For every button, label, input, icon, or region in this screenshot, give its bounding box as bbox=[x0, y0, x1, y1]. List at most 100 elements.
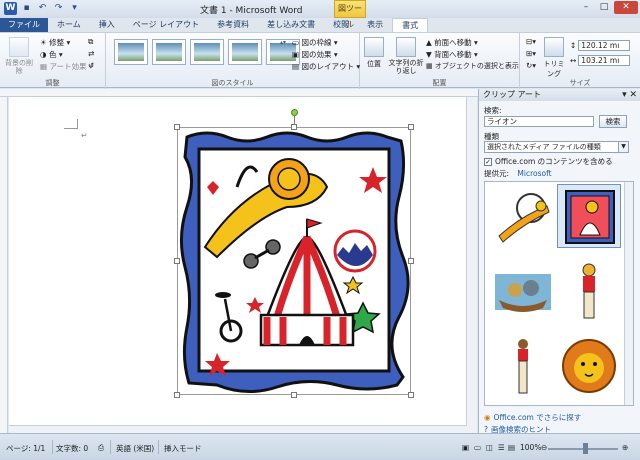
minimize-icon[interactable]: – bbox=[578, 1, 594, 14]
view-full-screen-icon[interactable]: ▭ bbox=[474, 443, 481, 452]
horizontal-ruler[interactable] bbox=[0, 89, 478, 97]
redo-icon[interactable]: ↷ bbox=[52, 2, 65, 15]
view-outline-icon[interactable]: ☰ bbox=[498, 443, 505, 452]
resize-handle-right[interactable] bbox=[408, 258, 414, 264]
results-scrollbar[interactable] bbox=[624, 182, 633, 405]
zoom-out-icon[interactable]: ⊖ bbox=[541, 443, 547, 452]
proofing-icon[interactable]: ⎙ bbox=[98, 443, 104, 453]
adjust-group-label: 調整 bbox=[45, 79, 60, 87]
crop-button[interactable]: トリミング bbox=[542, 37, 566, 79]
tab-review[interactable]: 校閲 bbox=[324, 18, 358, 32]
height-field[interactable]: 120.12 mı bbox=[578, 40, 631, 51]
clip-thumbnail-egyptian-goddess[interactable] bbox=[557, 260, 621, 324]
close-icon[interactable]: ✕ bbox=[614, 1, 638, 14]
title-bar: W ▪ ↶ ↷ ▾ 文書 1 - Microsoft Word 図ツール – □… bbox=[0, 0, 640, 29]
styles-scroll-icon[interactable]: ▴▾ bbox=[280, 39, 286, 46]
height-field-wrap: ↕ 120.12 mı bbox=[570, 40, 631, 51]
position-icon bbox=[364, 37, 384, 57]
tab-format[interactable]: 書式 bbox=[392, 18, 429, 32]
view-print-layout-icon[interactable]: ▣ bbox=[462, 443, 469, 452]
resize-handle-top-right[interactable] bbox=[408, 124, 414, 130]
search-button[interactable]: 検索 bbox=[599, 115, 627, 128]
clip-thumbnail-lion-face[interactable] bbox=[557, 334, 621, 398]
wrap-text-button[interactable]: 文字列の折り返し bbox=[388, 37, 424, 75]
status-word-count[interactable]: 文字数: 0 bbox=[56, 443, 88, 454]
document-page[interactable]: ↵ bbox=[9, 97, 467, 433]
compress-pictures-icon[interactable]: ⧉ bbox=[88, 37, 93, 47]
picture-style-4[interactable] bbox=[228, 39, 262, 65]
window-controls: – □ ✕ bbox=[578, 1, 638, 14]
align-icon[interactable]: ⊟▾ bbox=[526, 37, 536, 46]
picture-tools-context-tab: 図ツール bbox=[334, 0, 366, 29]
resize-handle-left[interactable] bbox=[174, 258, 180, 264]
clip-art-results bbox=[484, 181, 634, 406]
qat-dropdown-icon[interactable]: ▾ bbox=[68, 2, 81, 15]
view-draft-icon[interactable]: ▤ bbox=[508, 443, 515, 452]
chevron-down-icon[interactable]: ▼ bbox=[618, 142, 628, 152]
width-field[interactable]: 103.21 mı bbox=[578, 55, 631, 66]
tab-references[interactable]: 参考資料 bbox=[208, 18, 258, 32]
group-icon[interactable]: ⊞▾ bbox=[526, 49, 536, 58]
word-app-icon[interactable]: W bbox=[4, 2, 17, 15]
tab-file[interactable]: ファイル bbox=[0, 18, 48, 32]
tab-view[interactable]: 表示 bbox=[358, 18, 392, 32]
task-pane-close-icon[interactable]: ▾ ✕ bbox=[622, 89, 637, 101]
bring-forward-button[interactable]: ▲ 前面へ移動 ▾ bbox=[426, 37, 478, 48]
picture-layout-button[interactable]: ▤ 図のレイアウト ▾ bbox=[292, 61, 360, 72]
media-type-select[interactable]: 選択されたメディア ファイルの種類 ▼ bbox=[484, 141, 629, 153]
picture-style-1[interactable] bbox=[114, 39, 148, 65]
zoom-in-icon[interactable]: ⊕ bbox=[622, 443, 628, 452]
undo-icon[interactable]: ↶ bbox=[36, 2, 49, 15]
remove-background-button[interactable]: 背景の削除 bbox=[4, 37, 34, 75]
position-button[interactable]: 位置 bbox=[362, 37, 386, 69]
height-icon: ↕ bbox=[570, 41, 577, 50]
save-icon[interactable]: ▪ bbox=[20, 2, 33, 15]
include-office-checkbox-row[interactable]: ✓ Office.com のコンテンツを含める bbox=[484, 156, 613, 167]
zoom-level[interactable]: 100% bbox=[520, 443, 541, 452]
vertical-ruler[interactable] bbox=[0, 97, 8, 433]
inserted-clipart-picture[interactable] bbox=[174, 109, 414, 398]
more-on-office-link[interactable]: ◉ Office.com でさらに探す bbox=[484, 412, 581, 423]
corrections-button[interactable]: ☀ 修整 ▾ bbox=[40, 37, 70, 48]
picture-effects-button[interactable]: ▣ 図の効果 ▾ bbox=[292, 49, 338, 60]
selection-pane-button[interactable]: ▦ オブジェクトの選択と表示 bbox=[426, 61, 519, 71]
search-input[interactable]: ライオン bbox=[484, 116, 594, 127]
provider-value: Microsoft bbox=[517, 169, 552, 178]
clip-thumbnail-animal-boat[interactable] bbox=[491, 260, 555, 324]
office-globe-icon: ◉ bbox=[484, 413, 491, 422]
view-web-layout-icon[interactable]: ◫ bbox=[486, 443, 493, 452]
artistic-effects-button[interactable]: ▦ アート効果 ▾ bbox=[40, 61, 93, 72]
resize-handle-bottom[interactable] bbox=[291, 392, 297, 398]
tab-insert[interactable]: 挿入 bbox=[90, 18, 124, 32]
color-button[interactable]: ◑ 色 ▾ bbox=[40, 49, 63, 60]
resize-handle-top[interactable] bbox=[291, 124, 297, 130]
include-office-checkbox[interactable]: ✓ bbox=[484, 157, 492, 166]
tab-page-layout[interactable]: ページ レイアウト bbox=[124, 18, 208, 32]
rotate-icon[interactable]: ↻▾ bbox=[526, 61, 536, 70]
status-language[interactable]: 英語 (米国) bbox=[116, 443, 154, 454]
picture-border-button[interactable]: ▭ 図の枠線 ▾ bbox=[292, 37, 338, 48]
picture-style-2[interactable] bbox=[152, 39, 186, 65]
resize-handle-bottom-right[interactable] bbox=[408, 392, 414, 398]
zoom-slider-thumb[interactable] bbox=[583, 443, 588, 454]
document-vertical-scrollbar[interactable] bbox=[466, 97, 477, 433]
status-page[interactable]: ページ: 1/1 bbox=[6, 443, 45, 454]
status-insert-mode[interactable]: 挿入モード bbox=[164, 443, 202, 454]
picture-style-3[interactable] bbox=[190, 39, 224, 65]
send-backward-button[interactable]: ▼ 背面へ移動 ▾ bbox=[426, 49, 478, 60]
clip-thumbnail-lion-tamer[interactable] bbox=[491, 186, 555, 250]
change-picture-icon[interactable]: ⇄ bbox=[88, 49, 94, 58]
tab-mailings[interactable]: 差し込み文書 bbox=[258, 18, 324, 32]
resize-handle-bottom-left[interactable] bbox=[174, 392, 180, 398]
clip-thumbnail-circus-frame[interactable] bbox=[557, 184, 621, 248]
width-icon: ↔ bbox=[570, 56, 577, 65]
rotation-handle[interactable] bbox=[291, 109, 298, 116]
resize-handle-top-left[interactable] bbox=[174, 124, 180, 130]
send-backward-label: 背面へ移動 bbox=[434, 50, 472, 59]
tab-home[interactable]: ホーム bbox=[48, 18, 90, 32]
maximize-icon[interactable]: □ bbox=[596, 1, 612, 14]
wrap-text-icon bbox=[396, 37, 416, 57]
clip-thumbnail-egyptian-figure[interactable] bbox=[491, 334, 555, 398]
reset-picture-icon[interactable]: ↺ bbox=[88, 61, 94, 70]
document-horizontal-scrollbar[interactable] bbox=[9, 425, 467, 433]
